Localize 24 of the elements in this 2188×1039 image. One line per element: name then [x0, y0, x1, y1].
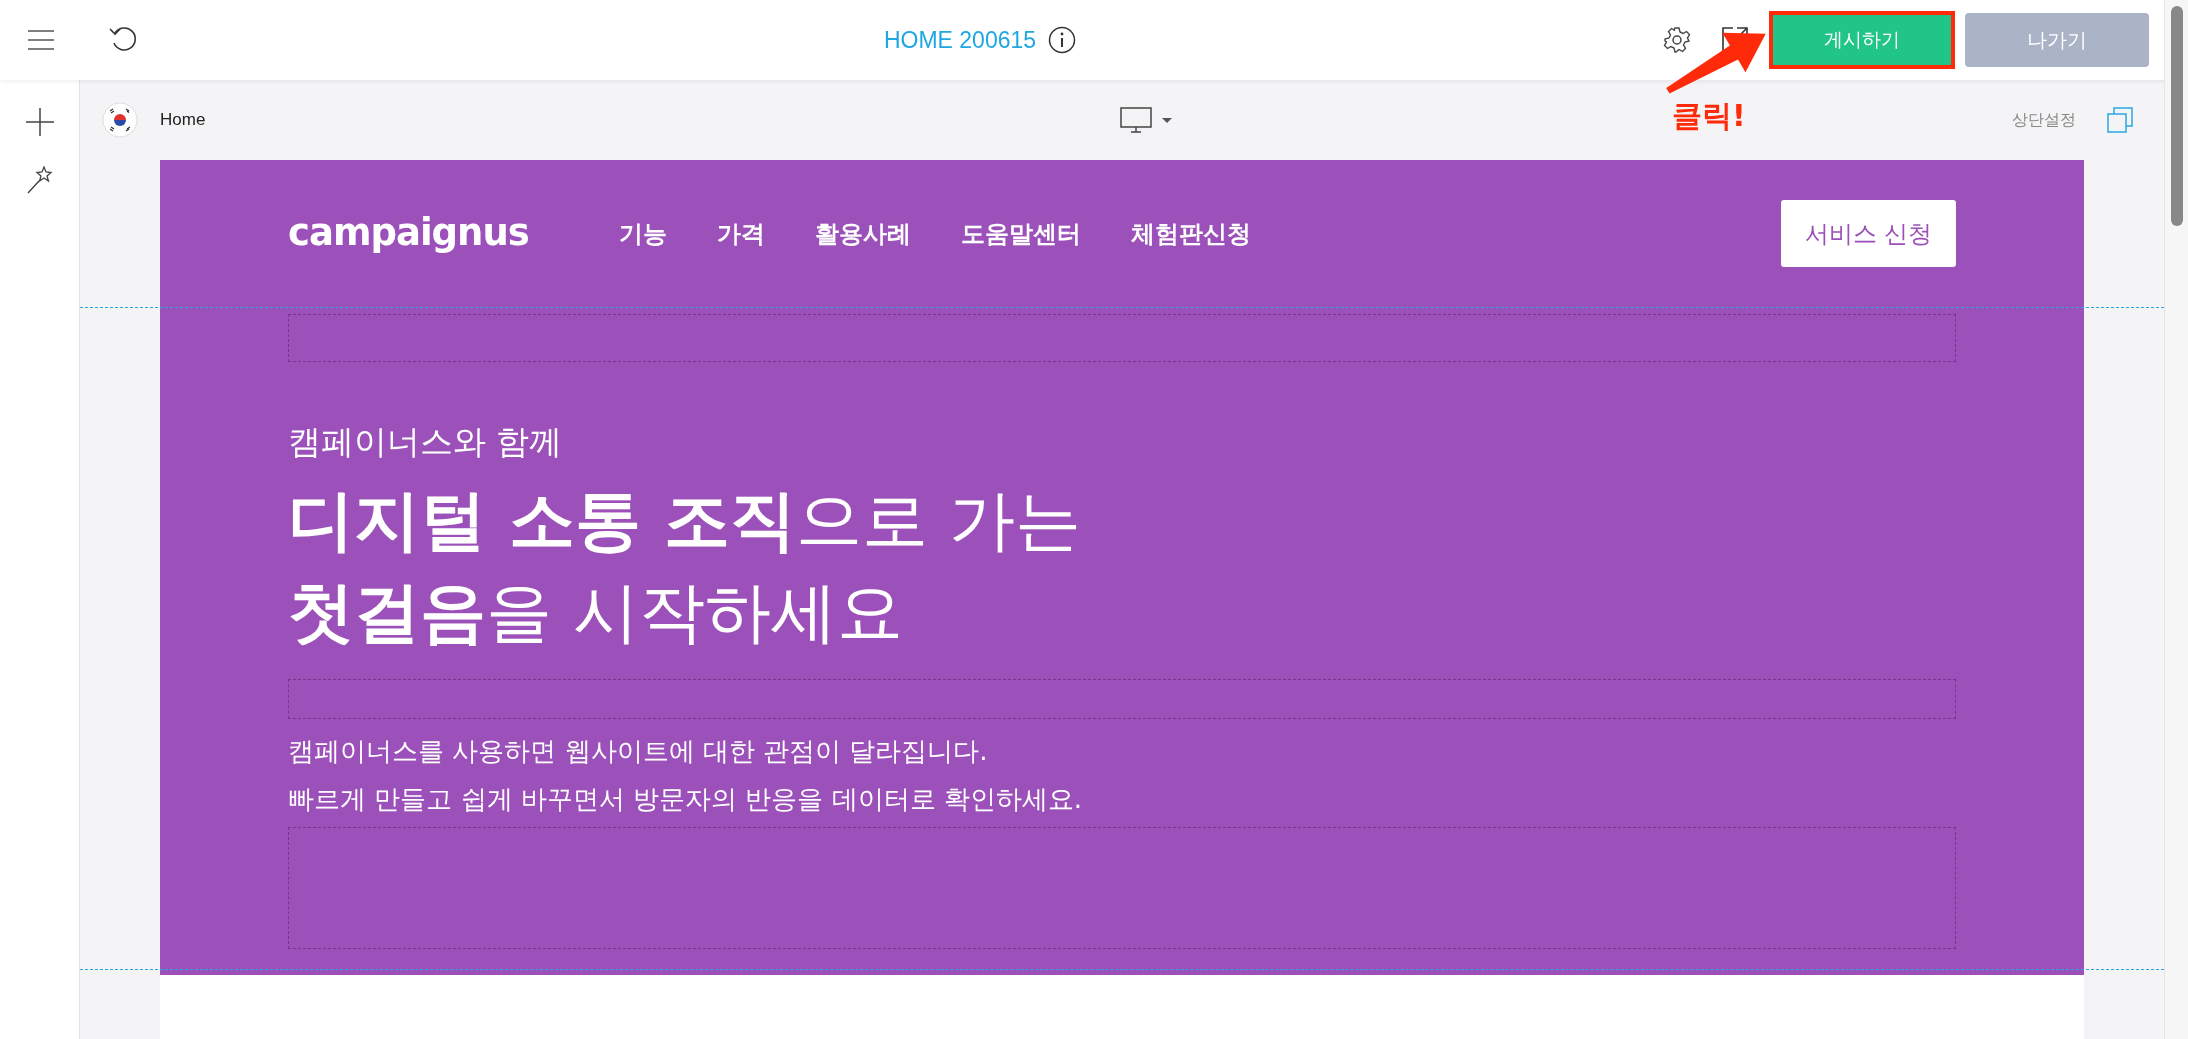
hero-headline: 첫걸음을 시작하세요	[288, 573, 904, 653]
scrollbar[interactable]	[2164, 0, 2188, 1039]
hero-description: 캠페이너스를 사용하면 웹사이트에 대한 관점이 달라집니다.	[288, 735, 989, 768]
desktop-view-icon[interactable]	[1120, 106, 1174, 134]
document-title: HOME 200615	[883, 26, 1037, 54]
nav-link[interactable]: 체험판신청	[1130, 217, 1251, 250]
click-annotation: 클릭!	[1672, 97, 1746, 135]
korea-flag-icon[interactable]	[102, 102, 138, 138]
menu-icon[interactable]	[27, 29, 55, 51]
hero-description: 빠르게 만들고 쉽게 바꾸면서 방문자의 반응을 데이터로 확인하세요.	[288, 783, 1084, 816]
header-settings-link[interactable]: 상단설정	[2012, 109, 2076, 131]
plus-icon[interactable]	[25, 108, 54, 136]
info-icon[interactable]	[1048, 26, 1077, 54]
hero-eyebrow: 캠페이너스와 함께	[288, 421, 564, 463]
settings-icon[interactable]	[1663, 26, 1691, 54]
nav-link[interactable]: 활용사례	[814, 217, 911, 250]
hero-headline: 디지털 소통 조직으로 가는	[288, 481, 1082, 561]
page-name[interactable]: Home	[160, 110, 206, 130]
magic-wand-icon[interactable]	[26, 166, 53, 194]
site-logo[interactable]: campaignus	[288, 209, 529, 258]
nav-link[interactable]: 기능	[618, 217, 667, 250]
nav-link[interactable]: 도움말센터	[960, 217, 1081, 250]
service-signup-button[interactable]: 서비스 신청	[1781, 200, 1956, 267]
nav-link[interactable]: 가격	[716, 217, 765, 250]
